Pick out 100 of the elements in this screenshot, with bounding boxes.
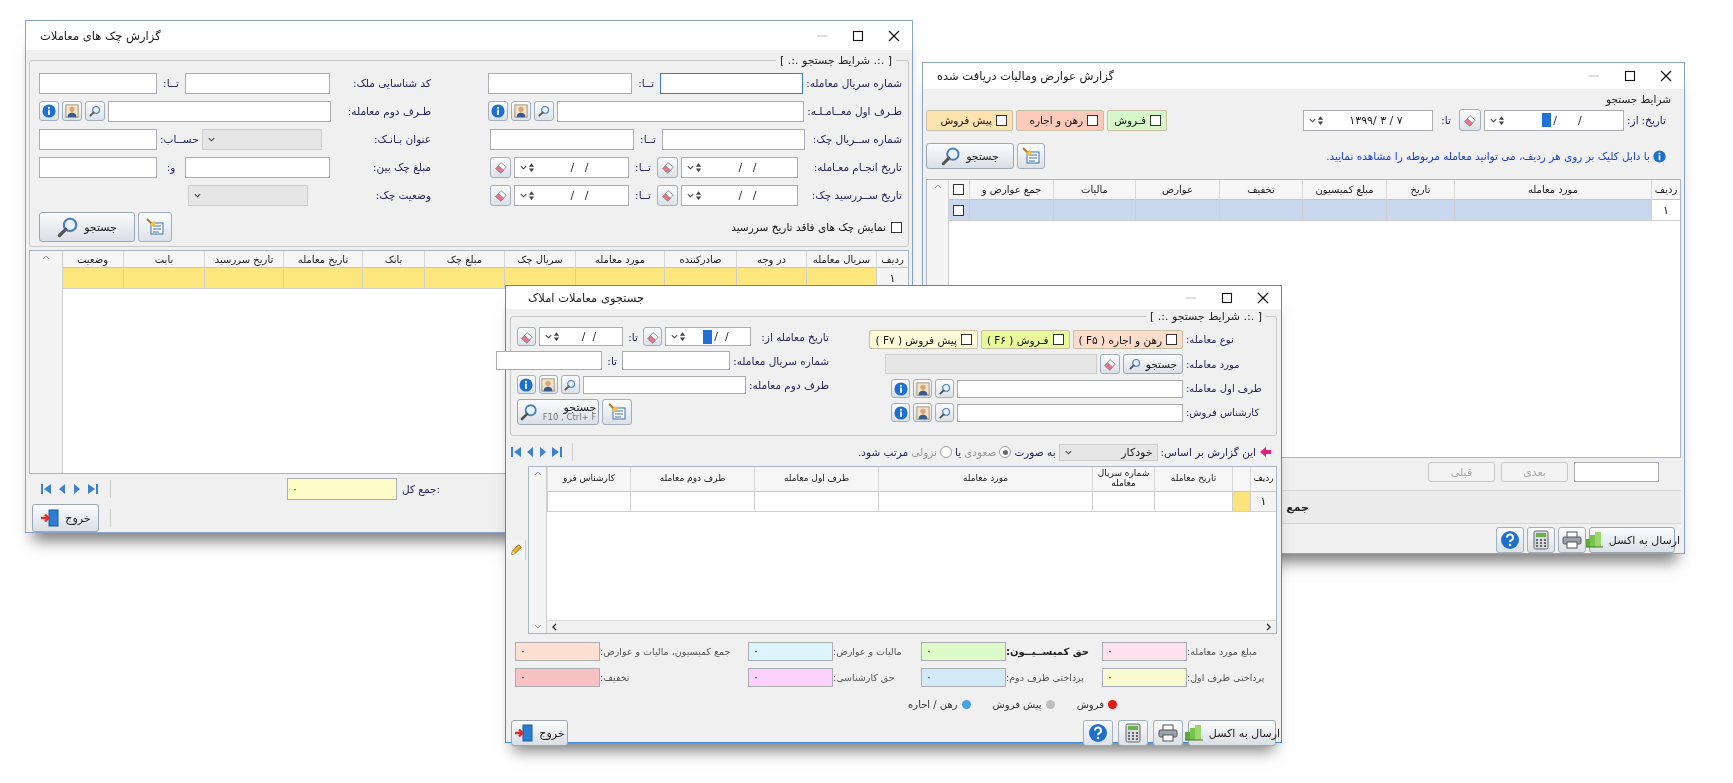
date-field[interactable]: / / xyxy=(514,156,629,178)
scroll-up-icon[interactable] xyxy=(933,183,942,189)
column-header[interactable]: مورد معامله xyxy=(878,467,1092,492)
last-page-icon[interactable] xyxy=(551,446,563,458)
clear-button[interactable] xyxy=(1099,354,1120,374)
input-field[interactable] xyxy=(185,72,330,94)
search-button[interactable] xyxy=(534,101,555,121)
info-button[interactable] xyxy=(39,101,59,121)
checkbox[interactable] xyxy=(1087,114,1098,126)
column-header[interactable]: طرف دوم معامله xyxy=(630,467,754,492)
input-field[interactable] xyxy=(957,403,1183,422)
scrollbar[interactable] xyxy=(30,251,63,473)
print-button[interactable] xyxy=(1558,527,1586,553)
checkbox-option[interactable]: فـروش xyxy=(1107,109,1167,131)
column-header[interactable]: ردیف xyxy=(1250,467,1276,492)
clear-button[interactable] xyxy=(657,184,678,206)
last-page-icon[interactable] xyxy=(87,483,99,495)
contact-button[interactable] xyxy=(538,375,558,394)
input-field[interactable] xyxy=(39,128,157,150)
date-field[interactable]: / / xyxy=(539,327,623,346)
column-header[interactable]: بابت xyxy=(123,251,204,268)
checkbox[interactable] xyxy=(952,184,964,195)
column-header[interactable]: مورد معامله xyxy=(575,251,664,268)
table-row[interactable]: ۱ xyxy=(547,492,1276,512)
column-header[interactable]: سریال معامله xyxy=(806,251,876,268)
previous-page-icon[interactable] xyxy=(525,446,535,458)
checkbox[interactable] xyxy=(952,204,964,216)
clear-button[interactable] xyxy=(643,327,662,346)
column-header[interactable]: تاریخ سررسید xyxy=(204,251,283,268)
input-field[interactable] xyxy=(662,128,805,150)
contact-button[interactable] xyxy=(913,379,932,398)
checkbox[interactable] xyxy=(891,221,902,233)
scroll-up-icon[interactable] xyxy=(533,470,542,476)
input-field[interactable] xyxy=(496,351,603,370)
scroll-left-icon[interactable] xyxy=(551,623,557,631)
contact-button[interactable] xyxy=(913,403,932,422)
column-header[interactable]: مبلغ کمیسیون xyxy=(1302,180,1386,200)
radio-button[interactable] xyxy=(939,446,952,458)
checkbox[interactable] xyxy=(960,334,972,345)
column-header[interactable]: تخفیف xyxy=(1219,180,1302,200)
scrollbar[interactable] xyxy=(547,620,1276,633)
scroll-right-icon[interactable] xyxy=(1266,623,1272,631)
next-page-icon[interactable] xyxy=(538,446,548,458)
info-button[interactable] xyxy=(891,403,910,422)
clear-filters-button[interactable] xyxy=(138,212,172,242)
checkbox-option[interactable]: پیش فروش xyxy=(926,109,1013,131)
calculator-button[interactable] xyxy=(1527,527,1555,553)
column-header[interactable]: شماره سریال معامله xyxy=(1092,467,1154,492)
column-header[interactable]: وضعیت xyxy=(61,251,123,268)
clear-button[interactable] xyxy=(657,156,678,178)
input-field[interactable] xyxy=(185,156,330,178)
input-field[interactable] xyxy=(957,379,1183,398)
scroll-up-icon[interactable] xyxy=(42,254,50,260)
clear-filters-button[interactable] xyxy=(602,399,632,425)
table-row[interactable]: ۱ xyxy=(949,200,1680,221)
help-button[interactable] xyxy=(1496,527,1524,553)
info-button[interactable] xyxy=(891,379,910,398)
column-header[interactable]: جمع عوارض و xyxy=(969,180,1053,200)
contact-button[interactable] xyxy=(62,101,82,121)
checkbox-option[interactable]: پیش فروش ( F۷ ) xyxy=(869,330,978,349)
info-button[interactable] xyxy=(488,101,509,121)
column-header[interactable]: عوارض xyxy=(1135,180,1219,200)
search-button[interactable]: جستجو xyxy=(926,143,1014,169)
column-header[interactable]: تاریخ xyxy=(1386,180,1454,200)
checkbox[interactable] xyxy=(1150,114,1161,126)
input-field[interactable] xyxy=(488,72,633,94)
radio-button[interactable] xyxy=(999,446,1012,458)
search-button[interactable]: جستجو xyxy=(39,212,135,242)
column-header[interactable]: مبلغ چک xyxy=(424,251,504,268)
date-field[interactable]: ۱۳۹۹/ ۳ / ۷ xyxy=(1303,109,1434,131)
input-field[interactable] xyxy=(660,72,804,94)
checkbox-option[interactable]: رهن و اجاره ( F۵ ) xyxy=(1072,330,1183,349)
first-page-icon[interactable] xyxy=(40,483,52,495)
previous-page-icon[interactable] xyxy=(57,483,67,495)
clear-button[interactable] xyxy=(490,184,511,206)
input-field[interactable] xyxy=(622,351,731,370)
checkbox-option[interactable]: فـروش ( F۶ ) xyxy=(980,330,1070,349)
exit-button[interactable]: خروج xyxy=(32,504,99,532)
input-field[interactable] xyxy=(108,100,331,122)
column-header[interactable]: مورد معامله xyxy=(1454,180,1651,200)
column-header[interactable]: صادرکننده xyxy=(664,251,736,268)
date-field[interactable]: / / xyxy=(665,327,751,346)
first-page-icon[interactable] xyxy=(510,446,522,458)
column-header[interactable]: تاریخ معامله xyxy=(283,251,362,268)
clear-button[interactable] xyxy=(490,156,511,178)
search-button[interactable] xyxy=(85,101,105,121)
date-field[interactable]: / / xyxy=(514,184,629,206)
clear-button[interactable] xyxy=(1459,109,1482,131)
input-field[interactable] xyxy=(39,156,157,178)
exit-button[interactable]: خروج xyxy=(511,720,568,746)
column-header[interactable]: مالیات xyxy=(1053,180,1135,200)
search-button[interactable] xyxy=(935,379,954,398)
checkbox-option[interactable]: رهن و اجاره xyxy=(1016,109,1104,131)
info-button[interactable] xyxy=(516,375,536,394)
scrollbar[interactable] xyxy=(529,467,547,633)
column-header[interactable]: تاریخ معامله xyxy=(1154,467,1232,492)
table-row[interactable]: ۱ xyxy=(63,268,908,289)
input-field[interactable] xyxy=(582,375,746,394)
input-field[interactable] xyxy=(557,100,805,122)
column-header[interactable]: بانک xyxy=(362,251,424,268)
